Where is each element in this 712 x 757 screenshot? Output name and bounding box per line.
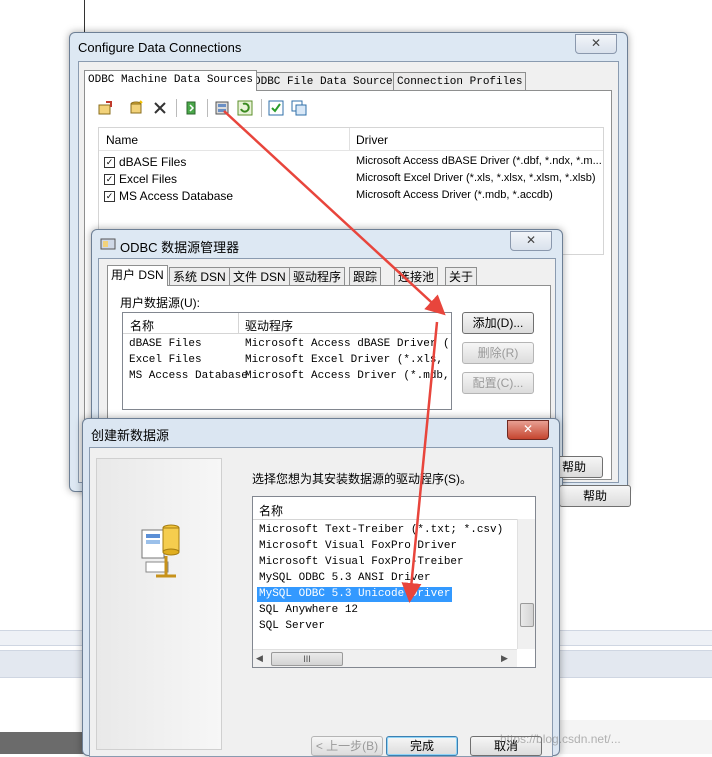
item-driver: Microsoft Excel Driver (*.xls, *.x — [245, 354, 452, 366]
background-taskbar-fragment — [0, 732, 84, 754]
tab-system-dsn[interactable]: 系统 DSN — [169, 267, 230, 286]
tab-tracing[interactable]: 跟踪 — [349, 267, 382, 286]
add-button[interactable]: 添加(D)... — [462, 312, 534, 334]
tab-drivers[interactable]: 驱动程序 — [289, 267, 346, 286]
item-driver: Microsoft Access dBASE Driver (*.d — [245, 338, 452, 350]
column-header-name[interactable]: 名称 — [259, 502, 283, 519]
column-divider — [238, 313, 239, 333]
checkbox[interactable]: ✓ — [104, 174, 115, 185]
close-button[interactable]: ✕ — [507, 420, 549, 440]
close-button[interactable]: ✕ — [575, 34, 617, 54]
user-dsn-list: 名称 驱动程序 dBASE Files Microsoft Access dBA… — [122, 312, 452, 410]
refresh-icon[interactable] — [237, 100, 253, 116]
column-header-driver[interactable]: Driver — [356, 133, 388, 147]
watermark: https://blog.csdn.net/... — [500, 732, 621, 746]
item-name: dBASE Files — [119, 155, 187, 169]
create-new-data-source-window: 创建新数据源 ✕ 选择您想为其安装数据源的驱动程序(S)。 名称 Microso… — [82, 418, 560, 757]
background-line — [84, 0, 85, 32]
close-button[interactable]: ✕ — [510, 231, 552, 251]
driver-list-item[interactable]: MySQL ODBC 5.3 ANSI Driver — [257, 571, 433, 586]
tab-file-dsn[interactable]: 文件 DSN — [229, 267, 290, 286]
list-item[interactable]: ✓ MS Access Database Microsoft Access Dr… — [99, 188, 603, 205]
item-name: MS Access Database — [119, 189, 234, 203]
tab-connection-pooling[interactable]: 连接池 — [394, 267, 439, 286]
finish-button[interactable]: 完成 — [386, 736, 458, 756]
back-button[interactable]: < 上一步(B) — [311, 736, 383, 756]
data-source-icon — [141, 524, 180, 578]
header-underline — [253, 519, 535, 520]
odbc-admin-icon[interactable] — [214, 100, 230, 116]
duplicate-icon[interactable] — [291, 100, 307, 116]
header-underline — [123, 333, 451, 334]
window-title: 创建新数据源 — [91, 428, 170, 443]
item-name: MS Access Database — [129, 370, 248, 382]
item-name: dBASE Files — [129, 338, 202, 350]
checkbox[interactable]: ✓ — [104, 157, 115, 168]
remove-button[interactable]: 删除(R) — [462, 342, 534, 364]
wizard-side-panel — [96, 458, 222, 750]
list-item[interactable]: ✓ Excel Files Microsoft Excel Driver (*.… — [99, 171, 603, 188]
driver-list: 名称 Microsoft Text-Treiber (*.txt; *.csv)… — [252, 496, 536, 668]
driver-list-item[interactable]: Microsoft Visual FoxPro Driver — [257, 539, 459, 554]
scroll-left-arrow[interactable]: ◀ — [256, 653, 263, 664]
driver-list-item[interactable]: SQL Anywhere 12 — [257, 603, 360, 618]
list-item[interactable]: ✓ dBASE Files Microsoft Access dBASE Dri… — [99, 154, 603, 171]
tab-user-dsn[interactable]: 用户 DSN — [107, 265, 168, 286]
odbc-window-icon — [100, 238, 116, 250]
prompt-label: 选择您想为其安装数据源的驱动程序(S)。 — [252, 472, 472, 486]
window-client-area: 选择您想为其安装数据源的驱动程序(S)。 名称 Microsoft Text-T… — [89, 447, 553, 757]
horizontal-scrollbar[interactable]: ◀ III ▶ — [253, 649, 517, 667]
help-button[interactable]: 帮助 — [559, 485, 631, 507]
header-underline — [99, 150, 603, 151]
configure-button[interactable]: 配置(C)... — [462, 372, 534, 394]
delete-icon[interactable] — [152, 100, 168, 116]
driver-list-item[interactable]: SQL Server — [257, 619, 327, 634]
column-header-name[interactable]: 名称 — [130, 317, 154, 334]
scroll-thumb[interactable]: III — [271, 652, 343, 666]
driver-list-item[interactable]: Microsoft Visual FoxPro-Treiber — [257, 555, 466, 570]
column-divider — [349, 128, 350, 150]
import-icon[interactable] — [97, 100, 113, 116]
item-driver: Microsoft Access Driver (*.mdb, *.accdb) — [356, 189, 553, 201]
toolbar-separator — [207, 99, 208, 117]
driver-list-item[interactable]: Microsoft Text-Treiber (*.txt; *.csv) — [257, 523, 505, 538]
driver-list-item[interactable]: MySQL ODBC 5.3 Unicode Driver — [257, 587, 453, 602]
item-name: Excel Files — [119, 172, 178, 186]
copy-icon[interactable] — [183, 100, 199, 116]
tab-odbc-file-data-sources[interactable]: ODBC File Data Sources — [250, 72, 404, 91]
help-button-visible[interactable]: 帮助 — [553, 456, 603, 478]
window-title: Configure Data Connections — [78, 40, 242, 55]
window-title: ODBC 数据源管理器 — [120, 240, 240, 255]
tab-odbc-machine-data-sources[interactable]: ODBC Machine Data Sources — [84, 70, 258, 91]
scroll-thumb[interactable] — [520, 603, 534, 627]
toolbar-separator — [176, 99, 177, 117]
item-driver: Microsoft Access dBASE Driver (*.dbf, *.… — [356, 155, 602, 167]
item-driver: Microsoft Excel Driver (*.xls, *.xlsx, *… — [356, 172, 596, 184]
item-name: Excel Files — [129, 354, 202, 366]
checkbox[interactable]: ✓ — [104, 191, 115, 202]
item-driver: Microsoft Access Driver (*.mdb, *. — [245, 370, 452, 382]
column-header-driver[interactable]: 驱动程序 — [245, 317, 293, 334]
tab-about[interactable]: 关于 — [445, 267, 478, 286]
vertical-scrollbar[interactable] — [517, 519, 535, 649]
new-icon[interactable] — [128, 100, 144, 116]
toolbar-separator — [261, 99, 262, 117]
check-icon[interactable] — [268, 100, 284, 116]
tab-connection-profiles[interactable]: Connection Profiles — [393, 72, 527, 91]
section-label: 用户数据源(U): — [120, 296, 200, 310]
column-header-name[interactable]: Name — [106, 133, 138, 147]
scroll-right-arrow[interactable]: ▶ — [501, 653, 508, 664]
